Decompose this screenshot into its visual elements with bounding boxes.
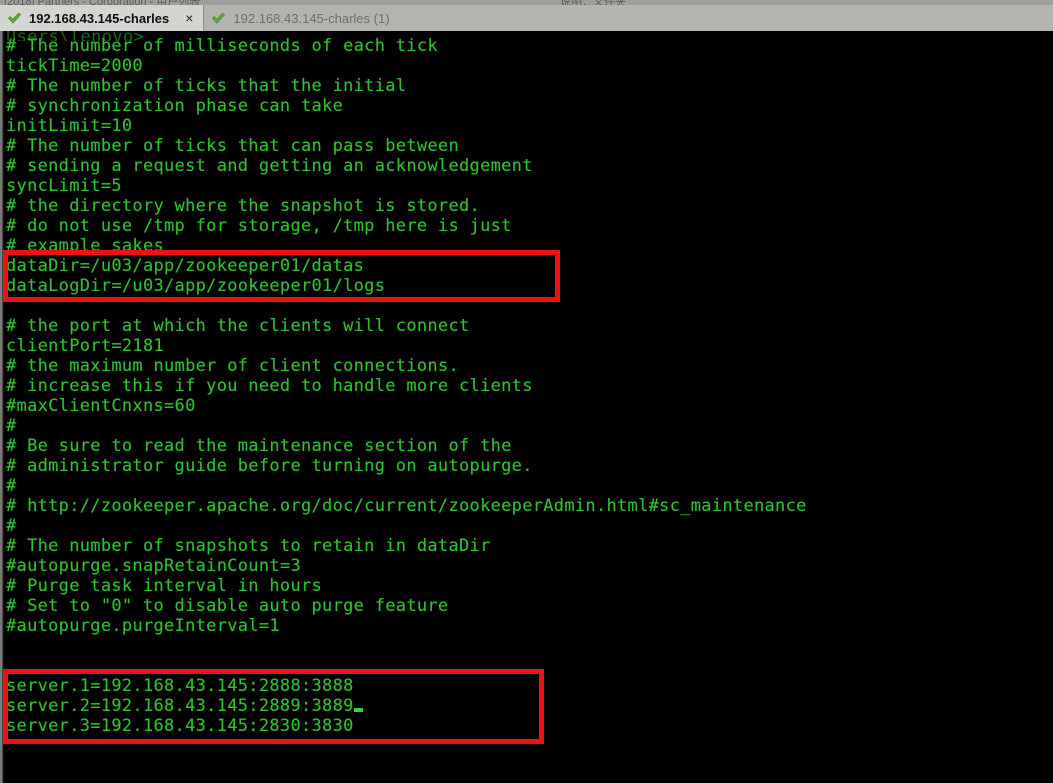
terminal-line: dataDir=/u03/app/zookeeper01/datas	[6, 256, 365, 276]
green-check-icon	[7, 11, 22, 26]
tab-192-168-43-145-charles[interactable]: 192.168.43.145-charles ×	[0, 5, 205, 31]
terminal-line-list: # The number of milliseconds of each tic…	[6, 36, 1046, 736]
terminal-line: # example sakes	[6, 236, 165, 256]
terminal-line: # increase this if you need to handle mo…	[6, 376, 533, 396]
terminal-line: # The number of ticks that the initial	[6, 76, 407, 96]
terminal-line: #	[6, 416, 17, 436]
terminal-line: syncLimit=5	[6, 176, 122, 196]
tab-label: 192.168.43.145-charles	[29, 10, 170, 26]
terminal-line: # sending a request and getting an ackno…	[6, 156, 533, 176]
terminal-line: # the maximum number of client connectio…	[6, 356, 459, 376]
terminal-line: #autopurge.snapRetainCount=3	[6, 556, 301, 576]
green-check-icon	[211, 11, 226, 26]
terminal-line: # do not use /tmp for storage, /tmp here…	[6, 216, 512, 236]
terminal-line: server.3=192.168.43.145:2830:3830	[6, 716, 354, 736]
terminal-line: clientPort=2181	[6, 336, 165, 356]
terminal-left-edge	[0, 31, 4, 783]
terminal-line: tickTime=2000	[6, 56, 143, 76]
terminal-line: #maxClientCnxns=60	[6, 396, 196, 416]
terminal-line: server.1=192.168.43.145:2888:3888	[6, 676, 354, 696]
terminal-line: # Purge task interval in hours	[6, 576, 323, 596]
terminal-line: # The number of snapshots to retain in d…	[6, 536, 491, 556]
terminal-line: # The number of ticks that can pass betw…	[6, 136, 459, 156]
close-icon[interactable]: ×	[183, 11, 195, 25]
terminal-line: #	[6, 476, 17, 496]
terminal-line: # the port at which the clients will con…	[6, 316, 470, 336]
terminal-app-window: [2018] Partners - Corporation - 用户列表 说明：…	[0, 0, 1053, 783]
tab-label: 192.168.43.145-charles (1)	[233, 10, 390, 26]
terminal-line: # administrator guide before turning on …	[6, 456, 533, 476]
text-cursor	[353, 708, 363, 712]
tab-192-168-43-145-charles-1[interactable]: 192.168.43.145-charles (1)	[204, 5, 398, 31]
terminal-output-pane[interactable]: Users\lenovo> # The number of millisecon…	[0, 31, 1053, 783]
terminal-line: server.2=192.168.43.145:2889:3889	[6, 696, 1046, 716]
terminal-line: # http://zookeeper.apache.org/doc/curren…	[6, 496, 807, 516]
terminal-line: initLimit=10	[6, 116, 133, 136]
terminal-line: dataLogDir=/u03/app/zookeeper01/logs	[6, 276, 386, 296]
terminal-line: # Set to "0" to disable auto purge featu…	[6, 596, 449, 616]
terminal-line: # Be sure to read the maintenance sectio…	[6, 436, 512, 456]
terminal-line: # the directory where the snapshot is st…	[6, 196, 481, 216]
tab-bar: 192.168.43.145-charles × 192.168.43.145-…	[0, 5, 1053, 32]
terminal-line: # The number of milliseconds of each tic…	[6, 36, 438, 56]
terminal-line: #	[6, 516, 17, 536]
terminal-line: # synchronization phase can take	[6, 96, 344, 116]
terminal-line: #autopurge.purgeInterval=1	[6, 616, 280, 636]
